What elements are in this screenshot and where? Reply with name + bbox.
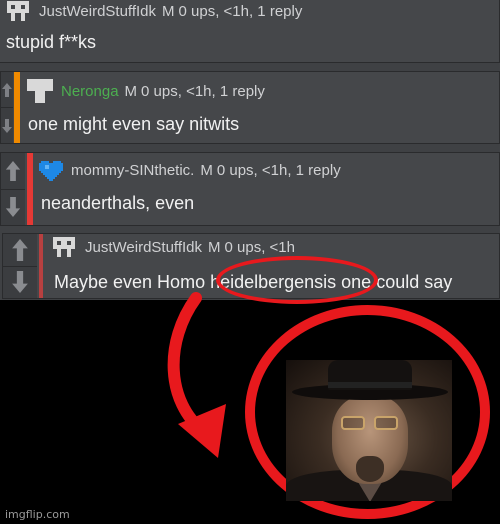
pixel-robot-icon[interactable] [27,79,53,103]
comment-header: Neronga M 0 ups, <1h, 1 reply [27,79,265,103]
comment-meta: 0 ups, <1h [224,238,295,256]
arrow-down-icon [12,271,28,294]
upvote-button[interactable] [1,153,25,190]
mod-badge: M [162,2,175,20]
comment-header: mommy-SINthetic. M 0 ups, <1h, 1 reply [39,159,341,181]
arrow-down-icon [5,197,21,218]
comment-username[interactable]: mommy-SINthetic. [71,162,194,179]
thread-depth-bar [14,72,20,143]
mod-badge: M [200,161,213,179]
comment-text: stupid f**ks [6,32,97,52]
comment-username[interactable]: JustWeirdStuffIdk [39,3,156,20]
thread-depth-bar [27,153,33,225]
arrow-up-icon [12,238,28,261]
pixel-robot-icon[interactable] [5,1,31,21]
arrow-up-icon [5,160,21,181]
comment-thread: JustWeirdStuffIdk M 0 ups, <1h, 1 reply st… [0,0,500,300]
goatee-shape [356,456,384,482]
comment-username[interactable]: JustWeirdStuffIdk [85,239,202,256]
downvote-button[interactable] [3,266,37,298]
comment-text: neanderthals, even [41,193,195,213]
comment-username[interactable]: Neronga [61,83,119,100]
comment-header: JustWeirdStuffIdk M 0 ups, <1h, 1 reply [5,1,302,21]
upvote-button[interactable] [3,234,37,267]
comment-2: Neronga M 0 ups, <1h, 1 reply one might ev… [0,71,500,144]
downvote-button[interactable] [1,108,13,143]
comment-text: one might even say nitwits [28,114,240,134]
mod-badge: M [124,82,138,100]
comment-meta: 0 ups, <1h, 1 reply [141,82,265,100]
comment-3: mommy-SINthetic. M 0 ups, <1h, 1 reply nea… [0,152,500,226]
comment-meta: 0 ups, <1h, 1 reply [216,161,341,179]
pixel-heart-icon[interactable] [39,159,63,181]
arrow-up-icon [2,82,12,97]
downvote-button[interactable] [1,189,25,225]
comment-1: JustWeirdStuffIdk M 0 ups, <1h, 1 reply st… [0,0,500,63]
watermark: imgflip.com [5,508,70,521]
portrait-image [286,360,452,501]
mod-badge: M [208,238,221,256]
vote-controls [1,153,25,225]
arrow-down-icon [2,118,12,133]
pixel-robot-icon[interactable] [51,237,77,257]
glasses-lens-right [374,416,398,430]
comment-header: JustWeirdStuffIdk M 0 ups, <1h [51,237,295,257]
hat-band [328,382,412,388]
vote-controls [3,234,37,298]
thread-depth-bar [39,234,43,298]
comment-meta: 0 ups, <1h, 1 reply [178,2,303,20]
upvote-button[interactable] [1,72,13,108]
glasses-lens-left [341,416,365,430]
vote-controls [1,72,13,143]
